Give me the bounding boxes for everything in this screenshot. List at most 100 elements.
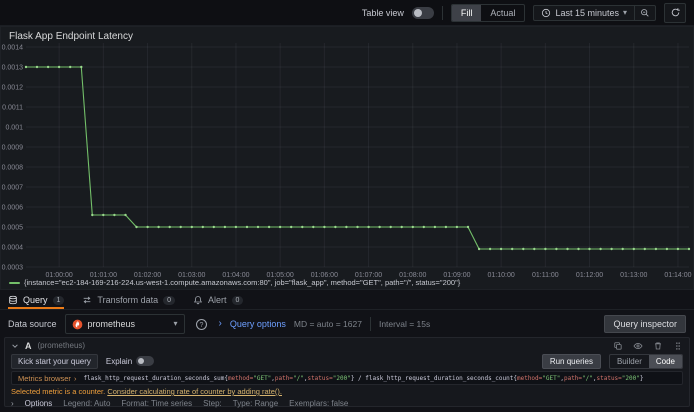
chevron-right-icon: › xyxy=(218,318,222,329)
collapse-chevron-icon[interactable] xyxy=(11,342,19,350)
promql-token: "200" xyxy=(621,374,640,382)
data-point xyxy=(566,247,569,251)
query-options-summary-row[interactable]: › Options Legend: Auto Format: Time seri… xyxy=(5,396,689,408)
database-icon xyxy=(9,295,17,305)
tab-label: Query xyxy=(23,295,48,305)
data-point xyxy=(234,225,238,229)
data-point xyxy=(278,225,282,229)
promql-editor[interactable]: Metrics browser › flask_http_request_dur… xyxy=(11,371,683,385)
search-minus-icon xyxy=(641,8,649,17)
tab-alert[interactable]: Alert 0 xyxy=(193,291,244,309)
drag-handle-icon[interactable] xyxy=(673,341,683,351)
table-view-label: Table view xyxy=(361,7,404,18)
metrics-browser-button[interactable]: Metrics browser › xyxy=(18,374,76,383)
data-point xyxy=(345,225,348,229)
promql-token: "GET" xyxy=(542,374,561,382)
graph-panel: 0.0014 0.0013 0.0012 0.0011 0.001 0.0009 0.000… xyxy=(0,26,694,290)
y-axis-tick-label: 0.0009 xyxy=(2,145,24,152)
refresh-button[interactable] xyxy=(664,2,686,23)
promql-token: "/" xyxy=(292,374,304,382)
series-swatch xyxy=(9,281,20,284)
data-point xyxy=(654,247,658,251)
data-point xyxy=(555,247,558,251)
data-point xyxy=(422,225,425,229)
toggle-knob xyxy=(413,8,422,17)
data-point xyxy=(46,65,50,69)
run-queries-button[interactable]: Run queries xyxy=(541,353,601,369)
query-options-toggle[interactable]: Query options xyxy=(230,319,286,329)
tab-count-badge: 0 xyxy=(163,295,176,305)
toolbar-divider xyxy=(441,5,443,20)
data-point xyxy=(676,247,680,251)
promql-query-text[interactable]: flask_http_request_duration_seconds_sum{… xyxy=(83,375,643,382)
options-label: Options xyxy=(24,399,53,408)
promql-token: path= xyxy=(563,374,583,382)
warning-text: Selected metric is a counter. xyxy=(11,387,106,396)
time-range-label: Last 15 minutes xyxy=(555,7,619,18)
panel-title: Flask App Endpoint Latency xyxy=(9,31,133,42)
add-rate-link[interactable]: Consider calculating rate of counter by … xyxy=(107,387,282,396)
y-axis-tick-label: 0.0014 xyxy=(2,45,24,52)
data-point xyxy=(444,225,448,229)
data-point xyxy=(588,247,591,251)
tab-label: Alert xyxy=(208,295,227,305)
active-tab-underline xyxy=(8,307,65,309)
time-range-button[interactable]: Last 15 minutes ▾ xyxy=(534,6,634,20)
tab-transform-data[interactable]: Transform data 0 xyxy=(82,291,176,309)
chevron-right-icon: › xyxy=(73,373,77,383)
explain-toggle[interactable] xyxy=(136,356,155,366)
data-point xyxy=(334,225,337,229)
data-point xyxy=(632,247,635,251)
data-point xyxy=(57,65,61,69)
series-legend[interactable]: {instance="ec2-184-169-216-224.us-west-1… xyxy=(9,278,460,287)
promql-token: } xyxy=(639,374,644,382)
data-point xyxy=(245,225,249,229)
data-point xyxy=(223,225,227,229)
data-point xyxy=(687,247,691,251)
datasource-select[interactable]: prometheus ▾ xyxy=(64,314,185,334)
zoom-out-time-button[interactable] xyxy=(634,5,655,20)
y-axis-tick-label: 0.0003 xyxy=(2,265,24,272)
data-point xyxy=(522,247,525,251)
hide-response-eye-icon[interactable] xyxy=(633,341,643,351)
data-point xyxy=(367,225,370,229)
datasource-help-button[interactable]: ? xyxy=(193,315,211,333)
data-point xyxy=(378,225,381,229)
data-point xyxy=(69,65,72,69)
promql-token: "GET" xyxy=(253,374,272,382)
table-view-toggle[interactable] xyxy=(411,6,434,19)
remove-query-trash-icon[interactable] xyxy=(653,341,663,351)
data-point xyxy=(356,225,359,229)
tab-count-badge: 1 xyxy=(52,295,65,305)
svg-text:?: ? xyxy=(200,321,204,328)
x-axis-tick-label: 01:11:00 xyxy=(532,272,559,279)
explain-control: Explain xyxy=(105,356,155,366)
data-point xyxy=(267,225,271,229)
question-circle-icon: ? xyxy=(196,318,208,330)
chevron-down-icon: ▾ xyxy=(173,319,178,328)
y-axis-tick-label: 0.0005 xyxy=(2,225,24,232)
kick-start-query-button[interactable]: Kick start your query xyxy=(11,353,98,369)
data-point xyxy=(610,247,613,251)
fill-button[interactable]: Fill xyxy=(451,4,482,21)
actual-button[interactable]: Actual xyxy=(481,5,524,21)
duplicate-query-icon[interactable] xyxy=(613,341,623,351)
promql-token: method= xyxy=(227,374,254,382)
metrics-browser-label: Metrics browser xyxy=(18,373,71,383)
bell-icon xyxy=(193,296,203,305)
query-inspector-button[interactable]: Query inspector xyxy=(604,315,686,333)
data-point xyxy=(312,225,315,229)
chevron-right-icon: › xyxy=(11,398,14,408)
option-type: Type: Range xyxy=(232,399,279,408)
tab-query[interactable]: Query 1 xyxy=(8,291,65,309)
explain-label: Explain xyxy=(105,356,133,366)
x-axis-tick-label: 01:12:00 xyxy=(576,272,603,279)
builder-mode-button[interactable]: Builder xyxy=(610,355,649,368)
data-point xyxy=(190,225,193,229)
code-mode-button[interactable]: Code xyxy=(648,354,682,368)
y-axis-tick-label: 0.0004 xyxy=(2,245,24,252)
y-axis-tick-label: 0.0006 xyxy=(2,205,24,212)
query-row-header[interactable]: A (prometheus) xyxy=(5,338,689,353)
latency-line-chart: 0.0014 0.0013 0.0012 0.0011 0.001 0.0009 0.000… xyxy=(2,43,692,279)
option-exemplars: Exemplars: false xyxy=(289,399,349,408)
